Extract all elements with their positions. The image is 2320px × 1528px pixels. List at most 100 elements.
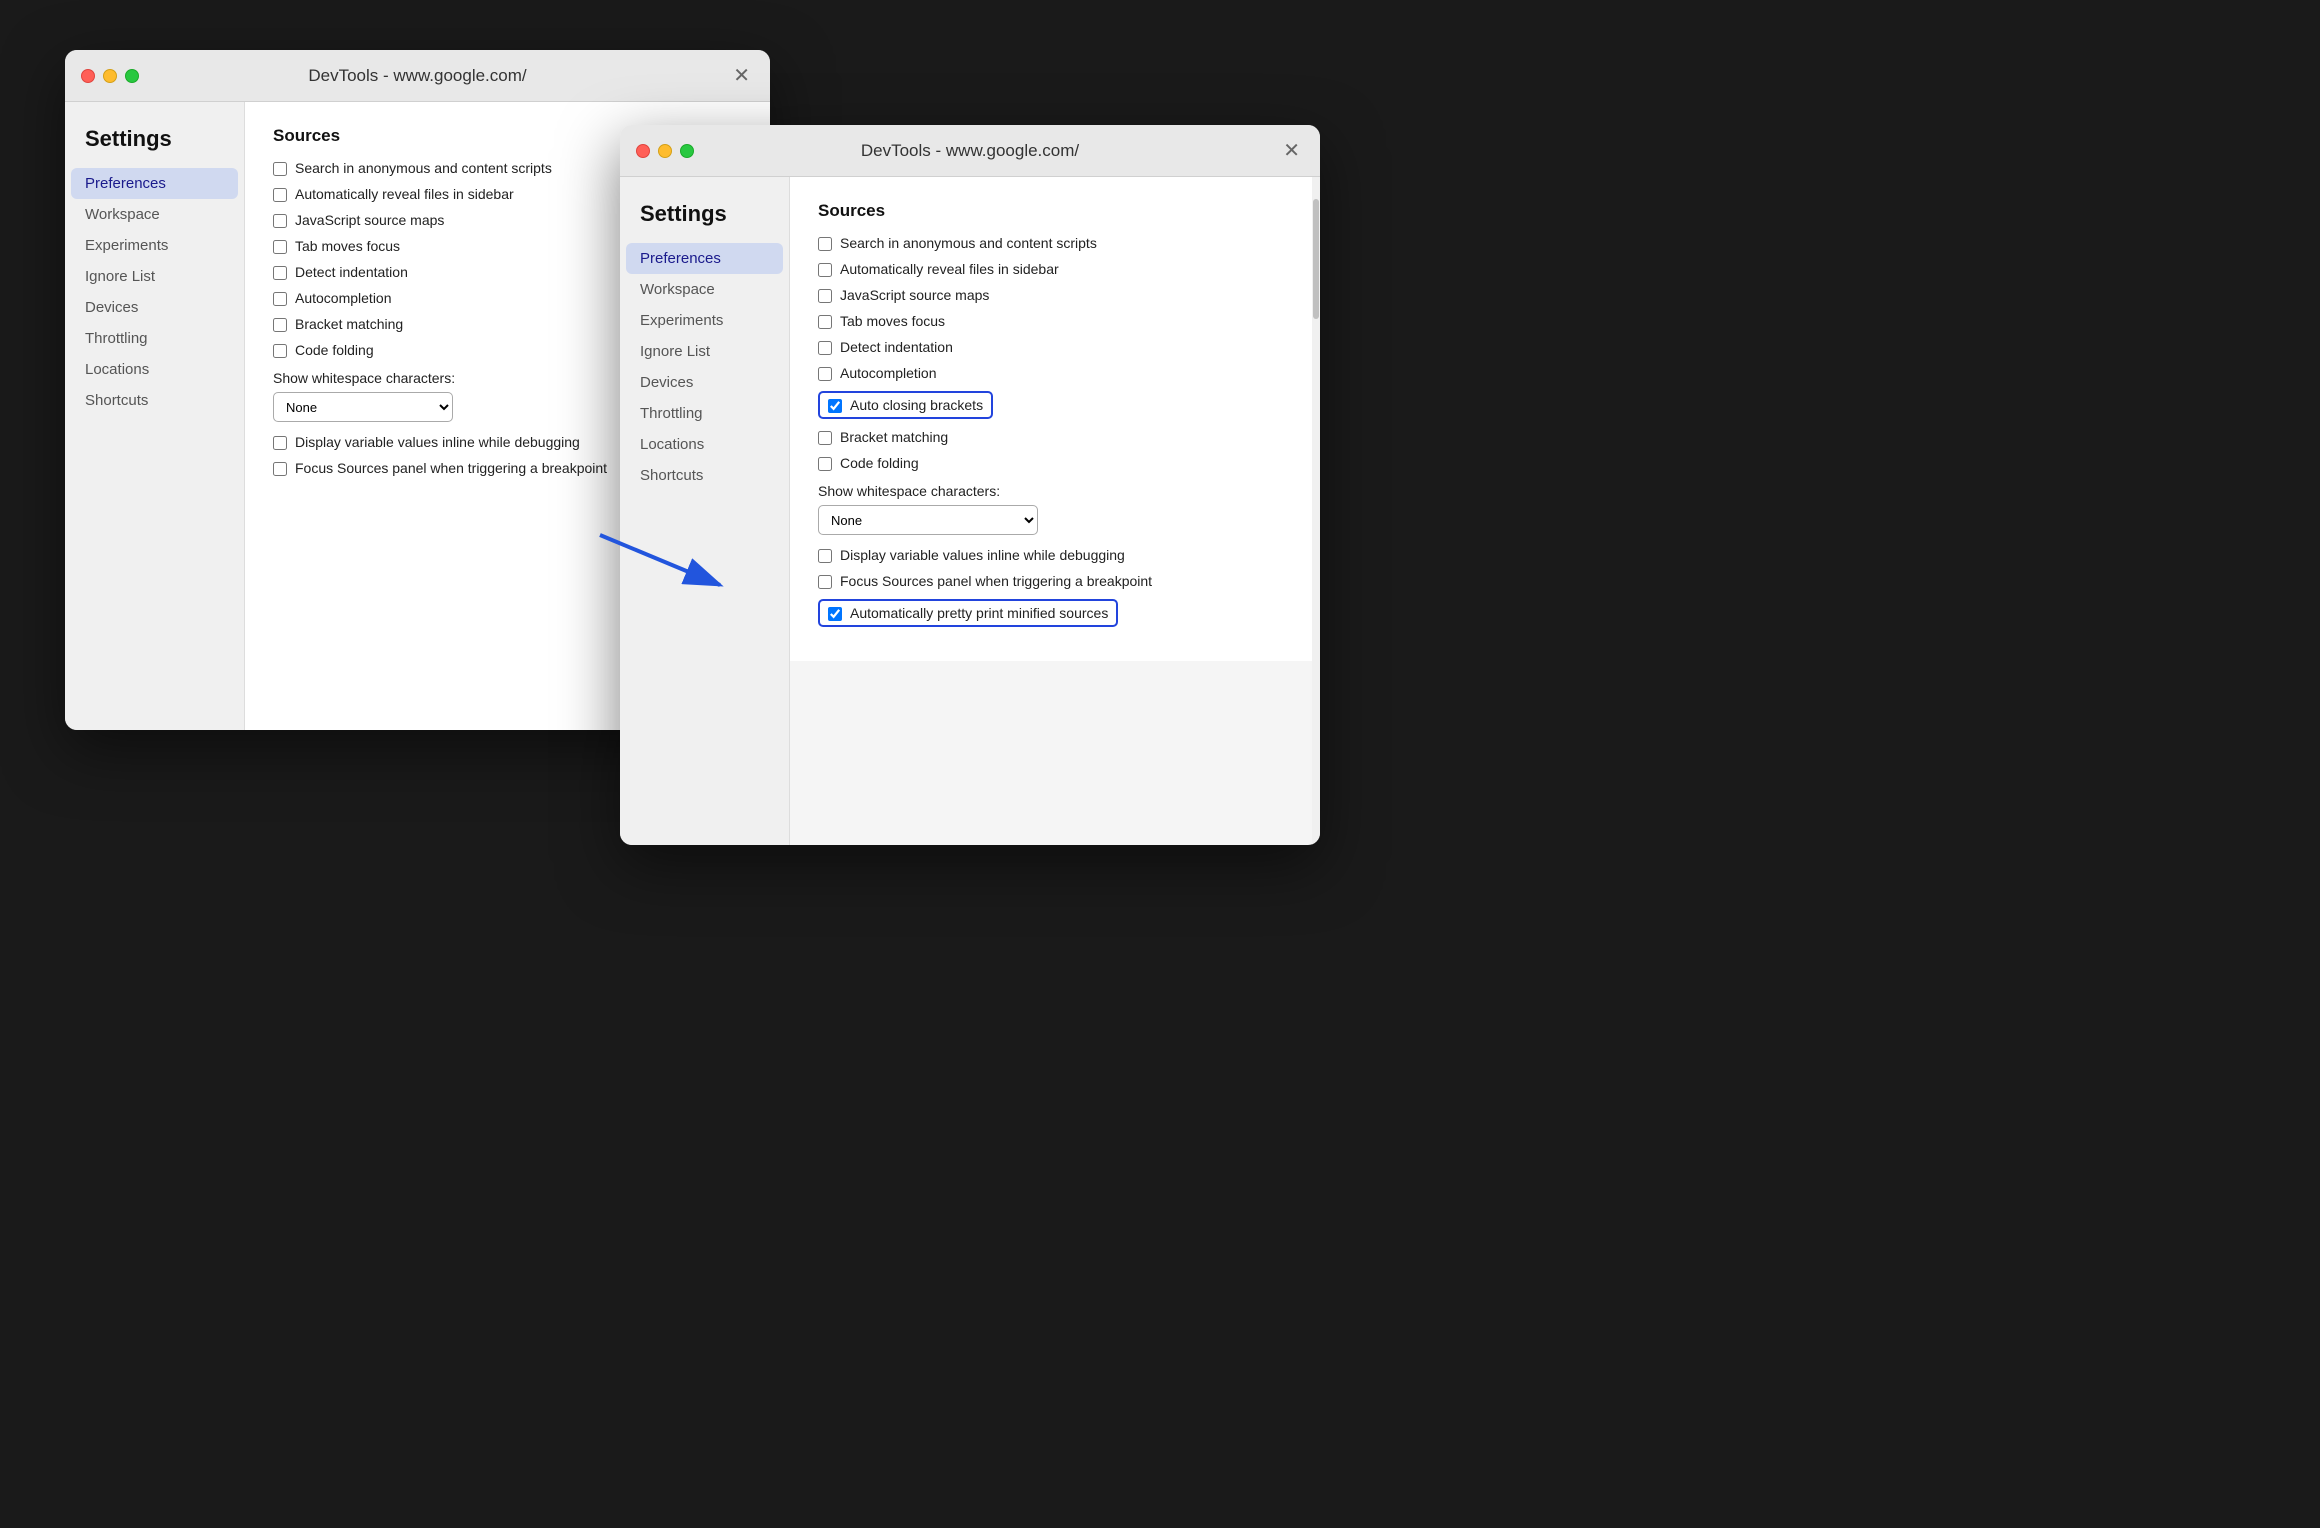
whitespace-select-row-2: None All Trailing bbox=[818, 505, 1300, 535]
checkbox-input-focussources-1[interactable] bbox=[273, 462, 287, 476]
sidebar-item-locations-2[interactable]: Locations bbox=[620, 429, 789, 460]
sidebar-item-workspace-1[interactable]: Workspace bbox=[65, 199, 244, 230]
checkbox-input-autocompletion-2[interactable] bbox=[818, 367, 832, 381]
checkbox-label-displayvars-1: Display variable values inline while deb… bbox=[295, 434, 580, 450]
checkbox-label-displayvars-2: Display variable values inline while deb… bbox=[840, 547, 1125, 563]
checkbox-label-anonymous-1: Search in anonymous and content scripts bbox=[295, 160, 552, 176]
scrollbar-thumb-2[interactable] bbox=[1313, 199, 1319, 319]
checkbox-input-autocompletion-1[interactable] bbox=[273, 292, 287, 306]
sidebar-title-1: Settings bbox=[65, 118, 244, 168]
sidebar-item-throttling-1[interactable]: Throttling bbox=[65, 323, 244, 354]
close-button-1[interactable]: ✕ bbox=[733, 66, 750, 86]
sidebar-item-preferences-1[interactable]: Preferences bbox=[71, 168, 238, 199]
checkbox-tabfocus-2: Tab moves focus bbox=[818, 313, 1300, 329]
sidebar-item-throttling-2[interactable]: Throttling bbox=[620, 398, 789, 429]
checkbox-autoclosing-2: Auto closing brackets bbox=[818, 391, 1300, 419]
checkbox-label-sourcemaps-2: JavaScript source maps bbox=[840, 287, 989, 303]
checkbox-input-tabfocus-1[interactable] bbox=[273, 240, 287, 254]
whitespace-select-1[interactable]: None All Trailing bbox=[273, 392, 453, 422]
checkbox-bracketmatching-2: Bracket matching bbox=[818, 429, 1300, 445]
checkbox-label-indentation-1: Detect indentation bbox=[295, 264, 408, 280]
checkbox-label-reveal-2: Automatically reveal files in sidebar bbox=[840, 261, 1059, 277]
checkbox-label-autocompletion-1: Autocompletion bbox=[295, 290, 392, 306]
titlebar-2: DevTools - www.google.com/ ✕ bbox=[620, 125, 1320, 177]
close-traffic-light-1[interactable] bbox=[81, 69, 95, 83]
whitespace-select-2[interactable]: None All Trailing bbox=[818, 505, 1038, 535]
checkbox-reveal-files-2: Automatically reveal files in sidebar bbox=[818, 261, 1300, 277]
checkbox-input-sourcemaps-1[interactable] bbox=[273, 214, 287, 228]
checkbox-input-tabfocus-2[interactable] bbox=[818, 315, 832, 329]
window-title-2: DevTools - www.google.com/ bbox=[861, 141, 1079, 161]
sidebar-title-2: Settings bbox=[620, 193, 789, 243]
checkbox-label-focussources-1: Focus Sources panel when triggering a br… bbox=[295, 460, 607, 476]
checkbox-input-displayvars-2[interactable] bbox=[818, 549, 832, 563]
checkbox-focussources-2: Focus Sources panel when triggering a br… bbox=[818, 573, 1300, 589]
checkbox-input-indentation-1[interactable] bbox=[273, 266, 287, 280]
whitespace-label-2: Show whitespace characters: bbox=[818, 483, 1300, 499]
checkbox-sourcemaps-2: JavaScript source maps bbox=[818, 287, 1300, 303]
maximize-traffic-light-2[interactable] bbox=[680, 144, 694, 158]
checkbox-input-reveal-1[interactable] bbox=[273, 188, 287, 202]
checkbox-label-tabfocus-1: Tab moves focus bbox=[295, 238, 400, 254]
checkbox-label-tabfocus-2: Tab moves focus bbox=[840, 313, 945, 329]
titlebar-1: DevTools - www.google.com/ ✕ bbox=[65, 50, 770, 102]
traffic-lights-1 bbox=[81, 69, 139, 83]
checkbox-input-codefolding-1[interactable] bbox=[273, 344, 287, 358]
checkbox-label-focussources-2: Focus Sources panel when triggering a br… bbox=[840, 573, 1152, 589]
sidebar-1: Settings Preferences Workspace Experimen… bbox=[65, 102, 245, 730]
checkbox-input-codefolding-2[interactable] bbox=[818, 457, 832, 471]
sidebar-item-ignorelist-2[interactable]: Ignore List bbox=[620, 336, 789, 367]
sidebar-item-devices-1[interactable]: Devices bbox=[65, 292, 244, 323]
checkbox-label-indentation-2: Detect indentation bbox=[840, 339, 953, 355]
sidebar-item-workspace-2[interactable]: Workspace bbox=[620, 274, 789, 305]
highlight-box-autoclosing: Auto closing brackets bbox=[818, 391, 993, 419]
checkbox-label-codefolding-2: Code folding bbox=[840, 455, 919, 471]
sidebar-item-experiments-1[interactable]: Experiments bbox=[65, 230, 244, 261]
close-button-2[interactable]: ✕ bbox=[1283, 141, 1300, 161]
minimize-traffic-light-2[interactable] bbox=[658, 144, 672, 158]
checkbox-input-anonymous-2[interactable] bbox=[818, 237, 832, 251]
close-traffic-light-2[interactable] bbox=[636, 144, 650, 158]
sidebar-item-devices-2[interactable]: Devices bbox=[620, 367, 789, 398]
sidebar-item-ignorelist-1[interactable]: Ignore List bbox=[65, 261, 244, 292]
checkbox-input-autoclosing-2[interactable] bbox=[828, 399, 842, 413]
checkbox-indentation-2: Detect indentation bbox=[818, 339, 1300, 355]
sidebar-item-locations-1[interactable]: Locations bbox=[65, 354, 244, 385]
checkbox-label-autocompletion-2: Autocompletion bbox=[840, 365, 937, 381]
checkbox-label-prettyprint-2: Automatically pretty print minified sour… bbox=[850, 605, 1108, 621]
checkbox-label-anonymous-2: Search in anonymous and content scripts bbox=[840, 235, 1097, 251]
sidebar-item-shortcuts-2[interactable]: Shortcuts bbox=[620, 460, 789, 491]
main-content-wrapper-2: Sources Search in anonymous and content … bbox=[790, 177, 1320, 845]
sidebar-item-experiments-2[interactable]: Experiments bbox=[620, 305, 789, 336]
checkbox-displayvars-2: Display variable values inline while deb… bbox=[818, 547, 1300, 563]
checkbox-input-reveal-2[interactable] bbox=[818, 263, 832, 277]
settings-body-2: Settings Preferences Workspace Experimen… bbox=[620, 177, 1320, 845]
checkbox-label-reveal-1: Automatically reveal files in sidebar bbox=[295, 186, 514, 202]
checkbox-label-bracketmatching-1: Bracket matching bbox=[295, 316, 403, 332]
sidebar-item-preferences-2[interactable]: Preferences bbox=[626, 243, 783, 274]
traffic-lights-2 bbox=[636, 144, 694, 158]
checkbox-prettyprint-2: Automatically pretty print minified sour… bbox=[818, 599, 1300, 627]
minimize-traffic-light-1[interactable] bbox=[103, 69, 117, 83]
main-content-2: Sources Search in anonymous and content … bbox=[790, 177, 1320, 661]
sidebar-item-shortcuts-1[interactable]: Shortcuts bbox=[65, 385, 244, 416]
checkbox-input-bracketmatching-2[interactable] bbox=[818, 431, 832, 445]
checkbox-input-bracketmatching-1[interactable] bbox=[273, 318, 287, 332]
devtools-window-2: DevTools - www.google.com/ ✕ Settings Pr… bbox=[620, 125, 1320, 845]
sidebar-2: Settings Preferences Workspace Experimen… bbox=[620, 177, 790, 845]
checkbox-label-sourcemaps-1: JavaScript source maps bbox=[295, 212, 444, 228]
section-heading-2: Sources bbox=[818, 201, 1300, 221]
checkbox-codefolding-2: Code folding bbox=[818, 455, 1300, 471]
checkbox-input-displayvars-1[interactable] bbox=[273, 436, 287, 450]
checkbox-label-bracketmatching-2: Bracket matching bbox=[840, 429, 948, 445]
maximize-traffic-light-1[interactable] bbox=[125, 69, 139, 83]
checkbox-input-anonymous-1[interactable] bbox=[273, 162, 287, 176]
checkbox-input-sourcemaps-2[interactable] bbox=[818, 289, 832, 303]
checkbox-label-codefolding-1: Code folding bbox=[295, 342, 374, 358]
checkbox-input-focussources-2[interactable] bbox=[818, 575, 832, 589]
checkbox-input-prettyprint-2[interactable] bbox=[828, 607, 842, 621]
checkbox-label-autoclosing-2: Auto closing brackets bbox=[850, 397, 983, 413]
window-title-1: DevTools - www.google.com/ bbox=[308, 66, 526, 86]
highlight-box-prettyprint: Automatically pretty print minified sour… bbox=[818, 599, 1118, 627]
checkbox-input-indentation-2[interactable] bbox=[818, 341, 832, 355]
